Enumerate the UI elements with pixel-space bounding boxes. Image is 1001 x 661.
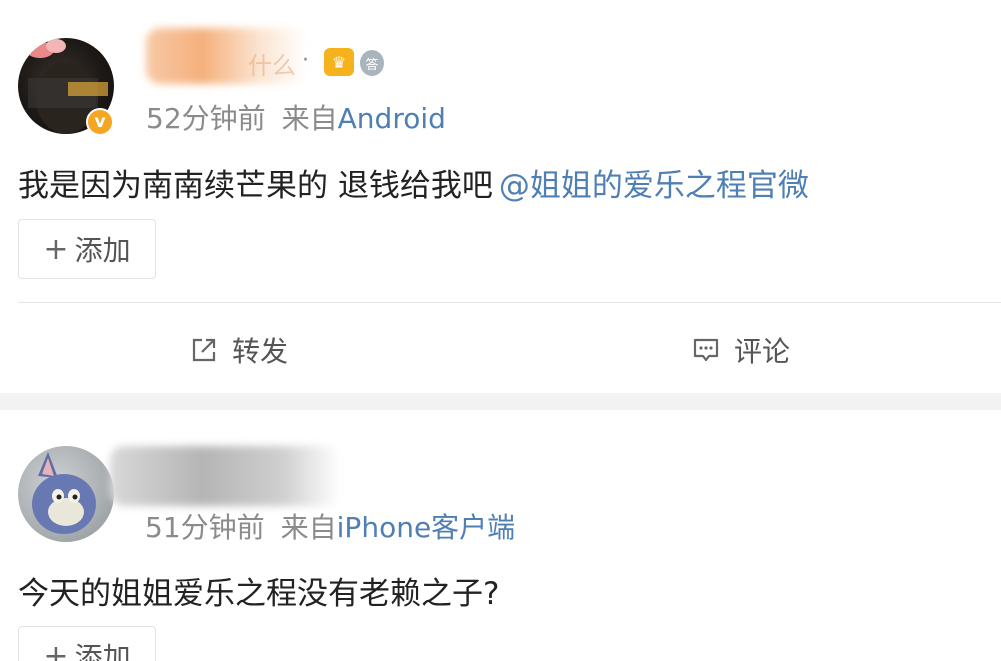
add-button[interactable]: + 添加	[18, 219, 156, 279]
avatar[interactable]	[18, 446, 114, 542]
post-meta: 51分钟前 来自iPhone客户端	[145, 506, 515, 546]
author-name-tail: 什么	[248, 52, 296, 80]
plus-icon: +	[43, 231, 69, 267]
from-label: 来自	[280, 511, 337, 544]
author-name-redacted[interactable]	[110, 446, 340, 506]
post-text: 今天的姐姐爱乐之程没有老赖之子?	[18, 568, 499, 613]
repost-label: 转发	[232, 335, 289, 368]
add-button[interactable]: + 添加	[18, 626, 156, 661]
post-source: Android	[337, 102, 446, 135]
post-time: 51分钟前	[145, 511, 265, 544]
post-body: 我是因为南南续芒果的 退钱给我吧	[18, 168, 493, 204]
post-meta: 52分钟前 来自Android	[146, 97, 446, 137]
from-label: 来自	[281, 102, 338, 135]
medal-badge-icon: 答	[360, 50, 384, 76]
avatar-image	[32, 452, 96, 534]
comment-card: 51分钟前 来自iPhone客户端 今天的姐姐爱乐之程没有老赖之子? + 添加	[0, 410, 1001, 661]
post-time: 52分钟前	[146, 102, 266, 135]
comment-card: v 什么 · ♛ 答 52分钟前 来自Android 我是因为南南续芒果的 退钱给…	[0, 0, 1001, 393]
post-source: iPhone客户端	[336, 511, 516, 544]
comment-button[interactable]: 评论	[692, 330, 790, 370]
comment-label: 评论	[734, 335, 791, 368]
plus-icon: +	[43, 638, 69, 661]
comment-icon	[693, 338, 719, 362]
add-button-label: 添加	[74, 234, 131, 267]
verified-badge-icon: v	[86, 108, 114, 136]
post-text: 我是因为南南续芒果的 退钱给我吧 @姐姐的爱乐之程官微	[18, 160, 809, 205]
name-separator: ·	[302, 48, 309, 73]
mention-link[interactable]: @姐姐的爱乐之程官微	[499, 168, 809, 204]
add-button-label: 添加	[74, 641, 131, 661]
repost-icon	[192, 338, 216, 362]
action-divider	[18, 302, 1001, 303]
weibo-comment-feed: v 什么 · ♛ 答 52分钟前 来自Android 我是因为南南续芒果的 退钱给…	[0, 0, 1001, 661]
crown-badge-icon: ♛	[324, 48, 354, 76]
repost-button[interactable]: 转发	[190, 330, 288, 370]
post-body: 今天的姐姐爱乐之程没有老赖之子?	[18, 576, 500, 612]
